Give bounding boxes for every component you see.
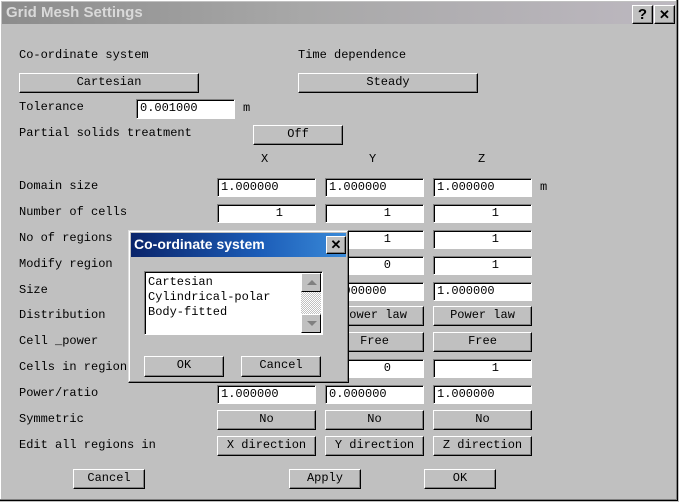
edit-x-direction-button[interactable]: X direction (217, 436, 316, 456)
column-header-y: Y (369, 152, 377, 166)
popup-title-bar[interactable]: Co-ordinate system ✕ (131, 233, 346, 257)
cell-power-label: Cell _power (19, 334, 99, 348)
tolerance-label: Tolerance (19, 100, 84, 114)
partial-solids-label: Partial solids treatment (19, 126, 192, 140)
number-of-cells-z-input[interactable]: 1 (433, 204, 532, 223)
time-dependence-button[interactable]: Steady (298, 73, 478, 93)
power-ratio-label: Power/ratio (19, 386, 99, 400)
tolerance-input[interactable]: 0.001000 (136, 99, 235, 119)
power-ratio-y-input[interactable]: 0.000000 (325, 385, 424, 404)
scroll-down-button[interactable] (301, 314, 321, 333)
modify-region-label: Modify region (19, 257, 113, 271)
modify-region-z-input[interactable]: 1 (433, 256, 532, 275)
list-scrollbar[interactable] (301, 273, 321, 333)
coordinate-system-label: Co-ordinate system (19, 48, 149, 62)
no-of-regions-z-input[interactable]: 1 (433, 230, 532, 249)
edit-y-direction-button[interactable]: Y direction (325, 436, 424, 456)
power-ratio-z-input[interactable]: 1.000000 (433, 385, 532, 404)
distribution-label: Distribution (19, 308, 106, 322)
arrow-down-icon (307, 321, 317, 326)
window-title: Grid Mesh Settings (6, 4, 143, 21)
popup-cancel-button[interactable]: Cancel (241, 356, 321, 377)
grid-mesh-settings-window: Grid Mesh Settings ? ✕ Co-ordinate syste… (0, 0, 678, 501)
title-bar[interactable]: Grid Mesh Settings ? ✕ (2, 2, 675, 24)
help-button[interactable]: ? (632, 5, 653, 24)
time-dependence-label: Time dependence (298, 48, 407, 62)
symmetric-x-button[interactable]: No (217, 410, 316, 430)
symmetric-z-button[interactable]: No (433, 410, 532, 430)
domain-size-x-input[interactable]: 1.000000 (217, 178, 316, 197)
number-of-cells-y-input[interactable]: 1 (325, 204, 424, 223)
arrow-up-icon (307, 280, 317, 285)
cells-in-region-z-input[interactable]: 1 (433, 359, 532, 378)
number-of-cells-x-input[interactable]: 1 (217, 204, 316, 223)
column-header-z: Z (478, 152, 486, 166)
number-of-cells-label: Number of cells (19, 205, 128, 219)
close-button[interactable]: ✕ (654, 5, 675, 24)
popup-close-button[interactable]: ✕ (326, 236, 346, 254)
column-header-x: X (261, 152, 269, 166)
partial-solids-button[interactable]: Off (253, 125, 343, 145)
list-item-body-fitted[interactable]: Body-fitted (148, 305, 227, 319)
cell-power-z-button[interactable]: Free (433, 332, 532, 352)
ok-button[interactable]: OK (424, 469, 496, 489)
popup-ok-button[interactable]: OK (144, 356, 224, 377)
domain-size-unit: m (540, 180, 548, 194)
domain-size-label: Domain size (19, 179, 99, 193)
apply-button[interactable]: Apply (289, 469, 361, 489)
symmetric-y-button[interactable]: No (325, 410, 424, 430)
size-z-input[interactable]: 1.000000 (433, 282, 532, 301)
power-ratio-x-input[interactable]: 1.000000 (217, 385, 316, 404)
scroll-up-button[interactable] (301, 273, 321, 292)
edit-all-regions-label: Edit all regions in (19, 438, 156, 452)
no-of-regions-label: No of regions (19, 231, 113, 245)
edit-z-direction-button[interactable]: Z direction (433, 436, 532, 456)
tolerance-unit: m (243, 101, 251, 115)
popup-title: Co-ordinate system (134, 236, 265, 252)
symmetric-label: Symmetric (19, 412, 84, 426)
coordinate-system-listbox[interactable]: Cartesian Cylindrical-polar Body-fitted (144, 271, 323, 335)
size-label: Size (19, 283, 48, 297)
coordinate-system-popup: Co-ordinate system ✕ Cartesian Cylindric… (128, 230, 349, 383)
domain-size-z-input[interactable]: 1.000000 (433, 178, 532, 197)
domain-size-y-input[interactable]: 1.000000 (325, 178, 424, 197)
coordinate-system-button[interactable]: Cartesian (19, 73, 199, 93)
list-item-cartesian[interactable]: Cartesian (148, 275, 213, 289)
cells-in-region-label: Cells in region (19, 360, 128, 374)
list-item-cylindrical-polar[interactable]: Cylindrical-polar (148, 290, 270, 304)
cancel-button[interactable]: Cancel (73, 469, 145, 489)
distribution-z-button[interactable]: Power law (433, 306, 532, 326)
